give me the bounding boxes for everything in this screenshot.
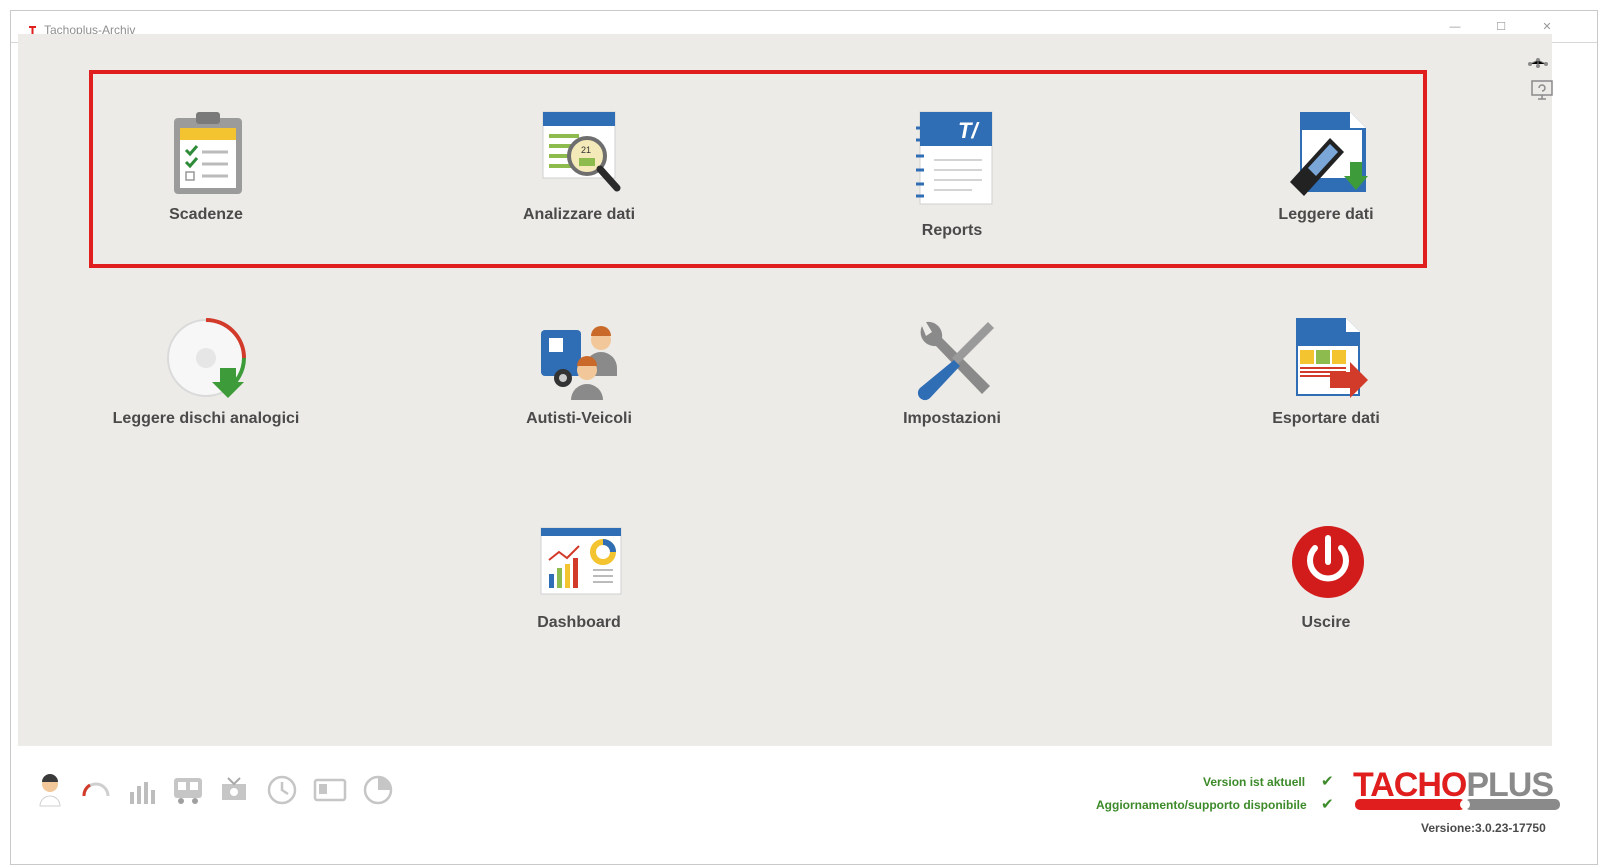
transfer-icon[interactable] [216, 772, 252, 808]
clipboard-checklist-icon [174, 112, 242, 194]
analog-disc-download-icon [167, 318, 246, 398]
tile-scadenze[interactable]: Scadenze [86, 108, 326, 258]
tile-label: Uscire [1301, 614, 1351, 631]
support-status-text: Aggiornamento/supporto disponibile [1096, 798, 1307, 812]
clock-icon[interactable] [264, 772, 300, 808]
tile-dashboard[interactable]: Dashboard [459, 524, 699, 674]
tile-leggere-dischi-analogici[interactable]: Leggere dischi analogici [86, 316, 326, 466]
version-status-text: Version ist aktuell [1203, 775, 1306, 789]
network-icon[interactable] [1526, 52, 1550, 76]
truck-drivers-icon [541, 326, 617, 400]
export-document-icon [1296, 318, 1368, 398]
power-icon [1292, 526, 1364, 598]
pie-icon[interactable] [360, 772, 396, 808]
svg-text:21: 21 [581, 145, 591, 155]
tile-label: Analizzare dati [522, 206, 636, 223]
svg-text:T/: T/ [958, 118, 980, 143]
tile-label: Impostazioni [903, 410, 1001, 427]
status-bar: Version ist aktuell ✔ Aggiornamento/supp… [18, 746, 1568, 841]
tile-label: Esportare dati [1272, 410, 1380, 427]
vehicle-icon[interactable] [170, 772, 206, 808]
card-icon[interactable] [312, 772, 348, 808]
driver-icon[interactable] [32, 772, 68, 808]
dashboard-charts-icon [540, 527, 622, 595]
tile-label: Scadenze [169, 206, 243, 223]
version-label: Versione:3.0.23-17750 [1421, 821, 1546, 835]
tile-label: Leggere dischi analogici [112, 410, 300, 427]
tile-label: Autisti-Veicoli [526, 410, 632, 427]
bar-chart-icon[interactable] [124, 772, 160, 808]
check-icon: ✔ [1321, 773, 1334, 790]
tile-analizzare-dati[interactable]: 21 Analizzare dati [459, 108, 699, 258]
logo-swoosh [1355, 799, 1560, 810]
card-reader-download-icon [1290, 112, 1368, 196]
tile-reports[interactable]: T/ Reports [832, 108, 1072, 258]
tile-esportare-dati[interactable]: Esportare dati [1206, 316, 1446, 466]
monitor-refresh-icon[interactable] [1530, 78, 1554, 102]
tile-leggere-dati[interactable]: Leggere dati [1206, 108, 1446, 258]
tile-label: Reports [921, 222, 983, 239]
report-notebook-icon: T/ [916, 111, 993, 205]
calendar-magnifier-icon: 21 [542, 111, 621, 192]
check-icon: ✔ [1321, 796, 1334, 813]
tile-impostazioni[interactable]: Impostazioni [832, 316, 1072, 466]
wrench-screwdriver-icon [917, 321, 994, 401]
tile-label: Leggere dati [1278, 206, 1374, 223]
gauge-icon[interactable] [78, 772, 114, 808]
tile-uscire[interactable]: Uscire [1206, 524, 1446, 674]
tile-autisti-veicoli[interactable]: Autisti-Veicoli [459, 316, 699, 466]
tile-label: Dashboard [537, 614, 621, 631]
